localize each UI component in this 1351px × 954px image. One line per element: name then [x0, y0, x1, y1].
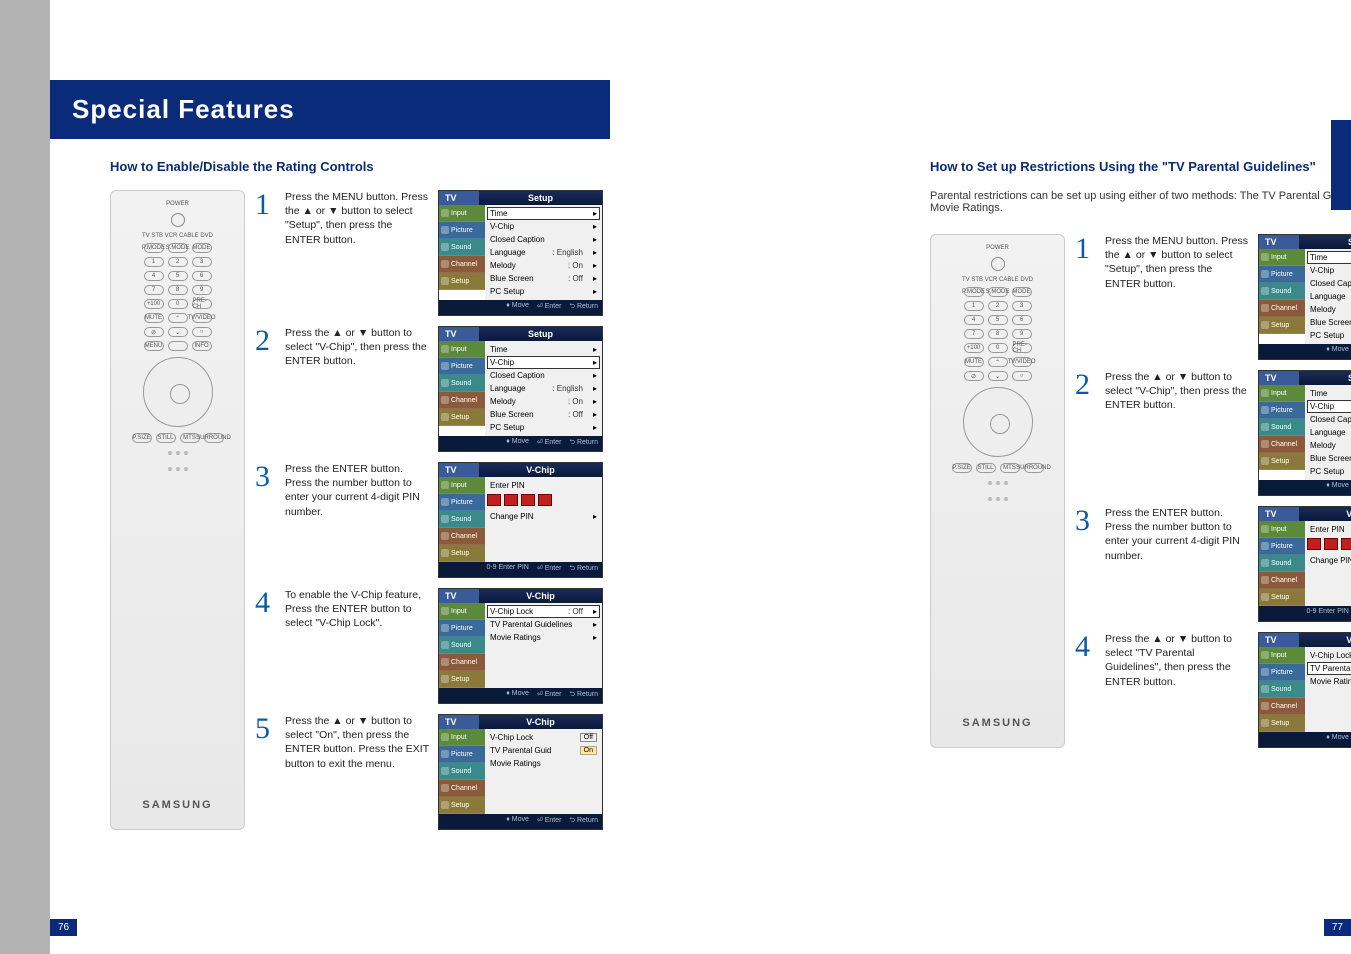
input-icon [441, 209, 449, 217]
osd-setup-time: TVSetup Input Picture Sound Channel Setu… [438, 190, 603, 316]
left-step-3: 3 Press the ENTER button. Press the numb… [255, 462, 630, 578]
page-number-right: 77 [1324, 919, 1351, 936]
left-step-5: 5 Press the ▲ or ▼ button to select "On"… [255, 714, 630, 830]
remote-control: POWER TV STB VCR CABLE DVD P.MODES.MODEM… [110, 190, 245, 830]
step-number: 4 [1075, 632, 1097, 748]
subhead-left: How to Enable/Disable the Rating Control… [110, 159, 630, 174]
remote-dpad [143, 357, 213, 427]
osd-r-setup-time: TVSetup Input Picture Sound Channel Setu… [1258, 234, 1351, 360]
remote-source-row: TV STB VCR CABLE DVD [142, 233, 213, 239]
right-step-1: 1 Press the MENU button. Press the ▲ or … [1075, 234, 1351, 360]
right-step-3: 3 Press the ENTER button. Press the numb… [1075, 506, 1351, 622]
page-number-left: 76 [50, 919, 77, 936]
osd-setup-vchip: TVSetup Input Picture Sound Channel Setu… [438, 326, 603, 452]
step-text: Press the ▲ or ▼ button to select "V-Chi… [1105, 370, 1250, 496]
power-icon [171, 213, 185, 227]
step-text: Press the MENU button. Press the ▲ or ▼ … [285, 190, 430, 316]
osd-r-setup-vchip: TVSetup Input Picture Sound Channel Setu… [1258, 370, 1351, 496]
intro-text: Parental restrictions can be set up usin… [930, 190, 1351, 214]
right-step-4: 4 Press the ▲ or ▼ button to select "TV … [1075, 632, 1351, 748]
left-step-2: 2 Press the ▲ or ▼ button to select "V-C… [255, 326, 630, 452]
step-number: 3 [255, 462, 277, 578]
step-text: Press the ▲ or ▼ button to select "V-Chi… [285, 326, 430, 452]
setup-icon [441, 277, 449, 285]
section-side-tab [1331, 120, 1351, 210]
osd-vchip-pin: TVV-Chip Input Picture Sound Channel Set… [438, 462, 603, 578]
osd-vchip-lock-on: TVV-Chip Input Picture Sound Channel Set… [438, 714, 603, 830]
channel-icon [441, 260, 449, 268]
section-header: Special Features [50, 80, 610, 139]
step-number: 2 [1075, 370, 1097, 496]
sound-icon [441, 243, 449, 251]
step-text: Press the ENTER button. Press the number… [1105, 506, 1250, 622]
step-number: 1 [1075, 234, 1097, 360]
step-number: 3 [1075, 506, 1097, 622]
right-step-2: 2 Press the ▲ or ▼ button to select "V-C… [1075, 370, 1351, 496]
picture-icon [441, 226, 449, 234]
subhead-right: How to Set up Restrictions Using the "TV… [930, 159, 1351, 174]
remote-brand: SAMSUNG [142, 799, 212, 811]
osd-vchip-lock: TVV-Chip Input Picture Sound Channel Set… [438, 588, 603, 704]
step-number: 2 [255, 326, 277, 452]
osd-r-vchip-guidelines: TVV-Chip Input Picture Sound Channel Set… [1258, 632, 1351, 748]
step-number: 4 [255, 588, 277, 704]
step-text: Press the ENTER button. Press the number… [285, 462, 430, 578]
remote-control-right: POWER TV STB VCR CABLE DVD P.MODES.MODEM… [930, 234, 1065, 748]
left-step-1: 1 Press the MENU button. Press the ▲ or … [255, 190, 630, 316]
step-text: To enable the V-Chip feature, Press the … [285, 588, 430, 704]
step-number: 5 [255, 714, 277, 830]
step-text: Press the MENU button. Press the ▲ or ▼ … [1105, 234, 1250, 360]
step-number: 1 [255, 190, 277, 316]
step-text: Press the ▲ or ▼ button to select "On", … [285, 714, 430, 830]
osd-r-vchip-pin: TVV-Chip Input Picture Sound Channel Set… [1258, 506, 1351, 622]
step-text: Press the ▲ or ▼ button to select "TV Pa… [1105, 632, 1250, 748]
left-step-4: 4 To enable the V-Chip feature, Press th… [255, 588, 630, 704]
